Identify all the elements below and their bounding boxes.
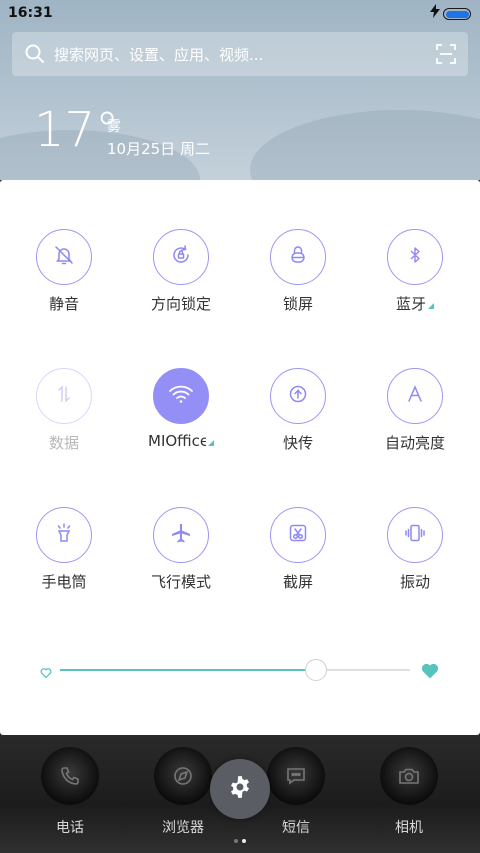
dock-app-label: 短信 [282, 820, 310, 836]
scan-icon[interactable] [436, 44, 456, 68]
toggle-label: 快传 [282, 434, 313, 452]
gear-icon [227, 774, 253, 804]
brightness-high-icon [420, 661, 440, 685]
submenu-indicator [208, 440, 214, 446]
dock-app-phone[interactable]: 电话 [25, 747, 115, 837]
dock-app-label: 浏览器 [162, 820, 204, 836]
toggle-label: 手电筒 [41, 573, 87, 591]
date: 10月25日 周二 [107, 140, 210, 158]
slider-fill [60, 669, 316, 671]
browser-icon[interactable] [154, 747, 212, 805]
search-icon [24, 43, 46, 69]
toggle-label: 锁屏 [282, 295, 313, 313]
toggle-silent[interactable]: 静音 [5, 229, 123, 314]
camera-icon[interactable] [380, 747, 438, 805]
bluetooth-icon [403, 243, 427, 271]
message-icon[interactable] [267, 747, 325, 805]
toggle-label: 自动亮度 [384, 434, 445, 452]
toggle-label-text: MIOffice [148, 432, 206, 450]
toggle-label: 数据 [48, 434, 79, 452]
toggle-button[interactable] [270, 368, 326, 424]
screenshot-icon [286, 521, 310, 549]
toggle-wifi[interactable]: MIOffice [122, 368, 240, 450]
toggle-button[interactable] [153, 229, 209, 285]
slider-track[interactable] [60, 659, 410, 681]
battery-level [445, 10, 469, 18]
toggle-screenshot[interactable]: 截屏 [239, 507, 357, 592]
quick-transfer-icon [286, 382, 310, 410]
slider-thumb[interactable] [304, 659, 327, 681]
toggle-button[interactable] [36, 229, 92, 285]
toggle-label: 静音 [48, 295, 79, 313]
page-dot-active [242, 839, 246, 843]
dock-app-label: 电话 [56, 820, 84, 836]
wallpaper-hill [250, 110, 480, 180]
toggle-button[interactable] [36, 368, 92, 424]
toggle-mobile-data[interactable]: 数据 [5, 368, 123, 453]
airplane-icon [169, 521, 193, 549]
toggle-button[interactable] [387, 229, 443, 285]
vibrate-icon [403, 521, 427, 549]
toggle-button[interactable] [387, 368, 443, 424]
toggle-label: 飞行模式 [150, 573, 211, 591]
phone-icon[interactable] [41, 747, 99, 805]
charging-icon [430, 4, 440, 22]
toggle-button[interactable] [387, 507, 443, 563]
dock-app-label: 相机 [395, 820, 423, 836]
toggle-auto-brightness[interactable]: 自动亮度 [356, 368, 474, 453]
toggle-lock-screen[interactable]: 锁屏 [239, 229, 357, 314]
page-dot [234, 839, 238, 843]
toggle-label-text: 蓝牙 [395, 295, 426, 313]
brightness-slider[interactable] [40, 655, 440, 685]
toggle-vibrate[interactable]: 振动 [356, 507, 474, 592]
toggle-label: MIOffice [148, 432, 214, 450]
brightness-low-icon [40, 664, 52, 683]
toggle-button[interactable] [270, 229, 326, 285]
mobile-data-icon [52, 382, 76, 410]
toggle-flashlight[interactable]: 手电筒 [5, 507, 123, 592]
toggle-rotation-lock[interactable]: 方向锁定 [122, 229, 240, 314]
weather-condition: 雾 [107, 119, 121, 135]
settings-button[interactable] [210, 759, 270, 819]
search-input[interactable]: 搜索网页、设置、应用、视频... [54, 44, 263, 65]
lock-icon [286, 243, 310, 271]
search-bar[interactable]: 搜索网页、设置、应用、视频... [12, 32, 468, 76]
flashlight-icon [52, 521, 76, 549]
toggle-label: 截屏 [282, 573, 313, 591]
toggle-label: 方向锁定 [150, 295, 211, 313]
toggle-bluetooth[interactable]: 蓝牙 [356, 229, 474, 314]
page-indicator [232, 828, 248, 847]
toggle-button[interactable] [270, 507, 326, 563]
status-bar: 16:31 [0, 0, 480, 28]
auto-brightness-icon [403, 382, 427, 410]
toggle-button[interactable] [36, 507, 92, 563]
status-time: 16:31 [8, 5, 53, 21]
wifi-icon [168, 383, 194, 409]
toggle-button[interactable] [153, 507, 209, 563]
dock-app-camera[interactable]: 相机 [364, 747, 454, 837]
toggle-label: 蓝牙 [396, 293, 434, 314]
toggle-quick-transfer[interactable]: 快传 [239, 368, 357, 453]
toggle-airplane-mode[interactable]: 飞行模式 [122, 507, 240, 592]
battery-icon [443, 8, 471, 20]
bell-off-icon [52, 243, 76, 271]
submenu-indicator [428, 303, 434, 309]
toggle-label: 振动 [399, 573, 430, 591]
rotation-lock-icon [169, 243, 193, 271]
toggle-button[interactable] [153, 368, 209, 424]
